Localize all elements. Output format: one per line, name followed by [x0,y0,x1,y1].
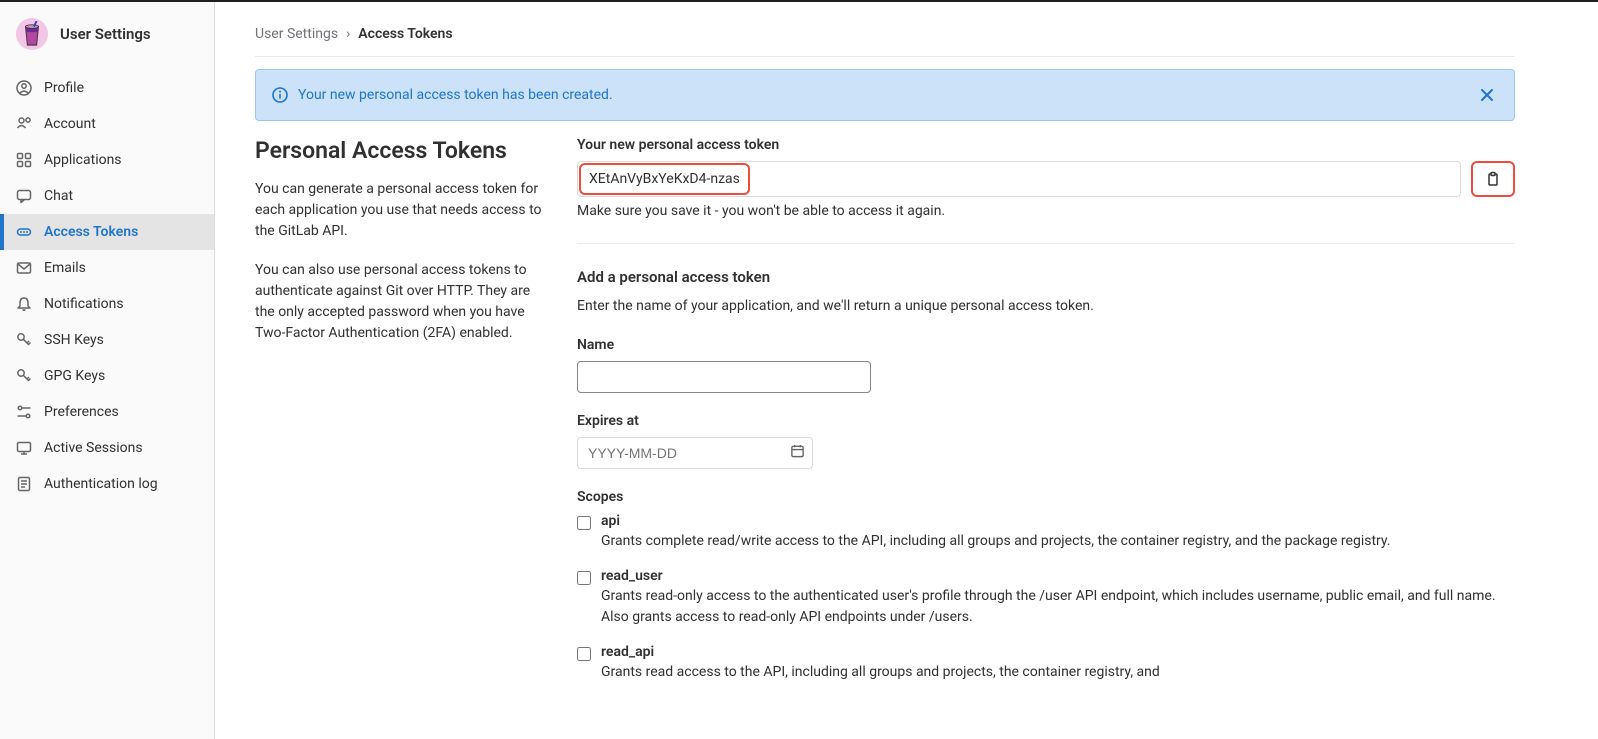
sidebar-title: User Settings [60,25,151,43]
scope-checkbox-api[interactable] [577,516,591,530]
alert-text: Your new personal access token has been … [298,87,1466,103]
sidebar-item-access-tokens[interactable]: Access Tokens [0,214,214,250]
scope-desc: Grants read access to the API, including… [601,662,1515,683]
sidebar-item-label: Preferences [44,404,119,420]
close-icon [1480,88,1494,102]
expires-input[interactable] [577,437,813,469]
copy-token-button[interactable] [1471,161,1515,197]
sidebar-item-label: Authentication log [44,476,158,492]
profile-icon [16,80,32,96]
scope-name: api [601,513,1515,529]
sidebar-item-gpg-keys[interactable]: GPG Keys [0,358,214,394]
scope-item-read_user: read_user Grants read-only access to the … [577,568,1515,628]
applications-icon [16,152,32,168]
sidebar: User Settings Profile Account Applications… [0,2,215,739]
name-label: Name [577,337,1515,353]
scope-name: read_user [601,568,1515,584]
expires-label: Expires at [577,413,1515,429]
main-content: User Settings › Access Tokens Your new p… [215,2,1555,739]
scope-checkbox-read_api[interactable] [577,647,591,661]
clipboard-icon [1485,171,1501,187]
sidebar-item-emails[interactable]: Emails [0,250,214,286]
sidebar-item-active-sessions[interactable]: Active Sessions [0,430,214,466]
breadcrumb-parent[interactable]: User Settings [255,26,338,42]
scope-checkbox-read_user[interactable] [577,571,591,585]
add-token-desc: Enter the name of your application, and … [577,296,1515,317]
info-icon [272,87,288,103]
chat-icon [16,188,32,204]
sessions-icon [16,440,32,456]
sidebar-item-label: Notifications [44,296,124,312]
sidebar-item-authentication-log[interactable]: Authentication log [0,466,214,502]
breadcrumb-current: Access Tokens [358,26,452,42]
page-desc-1: You can generate a personal access token… [255,179,545,242]
sidebar-item-label: Account [44,116,96,132]
sidebar-item-label: Chat [44,188,73,204]
new-token-value: XEtAnVyBxYeKxD4-nzas [579,163,750,195]
scopes-list: api Grants complete read/write access to … [577,513,1515,683]
scope-item-api: api Grants complete read/write access to … [577,513,1515,552]
sidebar-item-label: GPG Keys [44,368,105,384]
page-title: Personal Access Tokens [255,137,545,165]
sidebar-header: User Settings [0,10,214,62]
alert-success: Your new personal access token has been … [255,69,1515,121]
scope-item-read_api: read_api Grants read access to the API, i… [577,644,1515,683]
sidebar-item-preferences[interactable]: Preferences [0,394,214,430]
sidebar-item-profile[interactable]: Profile [0,70,214,106]
email-icon [16,260,32,276]
scope-desc: Grants complete read/write access to the… [601,531,1515,552]
new-token-field[interactable]: XEtAnVyBxYeKxD4-nzas [577,161,1461,197]
key-icon [16,332,32,348]
sidebar-item-applications[interactable]: Applications [0,142,214,178]
prefs-icon [16,404,32,420]
account-icon [16,116,32,132]
sidebar-item-label: SSH Keys [44,332,104,348]
scope-name: read_api [601,644,1515,660]
token-icon [16,224,32,240]
token-save-hint: Make sure you save it - you won't be abl… [577,203,1515,219]
sidebar-item-ssh-keys[interactable]: SSH Keys [0,322,214,358]
sidebar-item-label: Applications [44,152,122,168]
breadcrumb-separator: › [346,26,350,42]
avatar [16,18,48,50]
page-desc-2: You can also use personal access tokens … [255,260,545,344]
sidebar-item-label: Emails [44,260,86,276]
add-token-heading: Add a personal access token [577,268,1515,286]
log-icon [16,476,32,492]
name-input[interactable] [577,361,871,393]
form-column: Your new personal access token XEtAnVyBx… [577,137,1515,699]
avatar-cup-icon [22,21,42,47]
description-column: Personal Access Tokens You can generate … [255,137,545,699]
divider [577,243,1515,244]
bell-icon [16,296,32,312]
sidebar-item-label: Active Sessions [44,440,143,456]
new-token-label: Your new personal access token [577,137,1515,153]
alert-close-button[interactable] [1476,84,1498,106]
key-icon [16,368,32,384]
nav-list: Profile Account Applications Chat Access Tok… [0,70,214,502]
sidebar-item-label: Profile [44,80,84,96]
sidebar-item-label: Access Tokens [44,224,138,240]
scope-desc: Grants read-only access to the authentic… [601,586,1515,628]
scopes-label: Scopes [577,489,1515,505]
sidebar-item-chat[interactable]: Chat [0,178,214,214]
breadcrumb: User Settings › Access Tokens [255,18,1515,57]
sidebar-item-notifications[interactable]: Notifications [0,286,214,322]
sidebar-item-account[interactable]: Account [0,106,214,142]
